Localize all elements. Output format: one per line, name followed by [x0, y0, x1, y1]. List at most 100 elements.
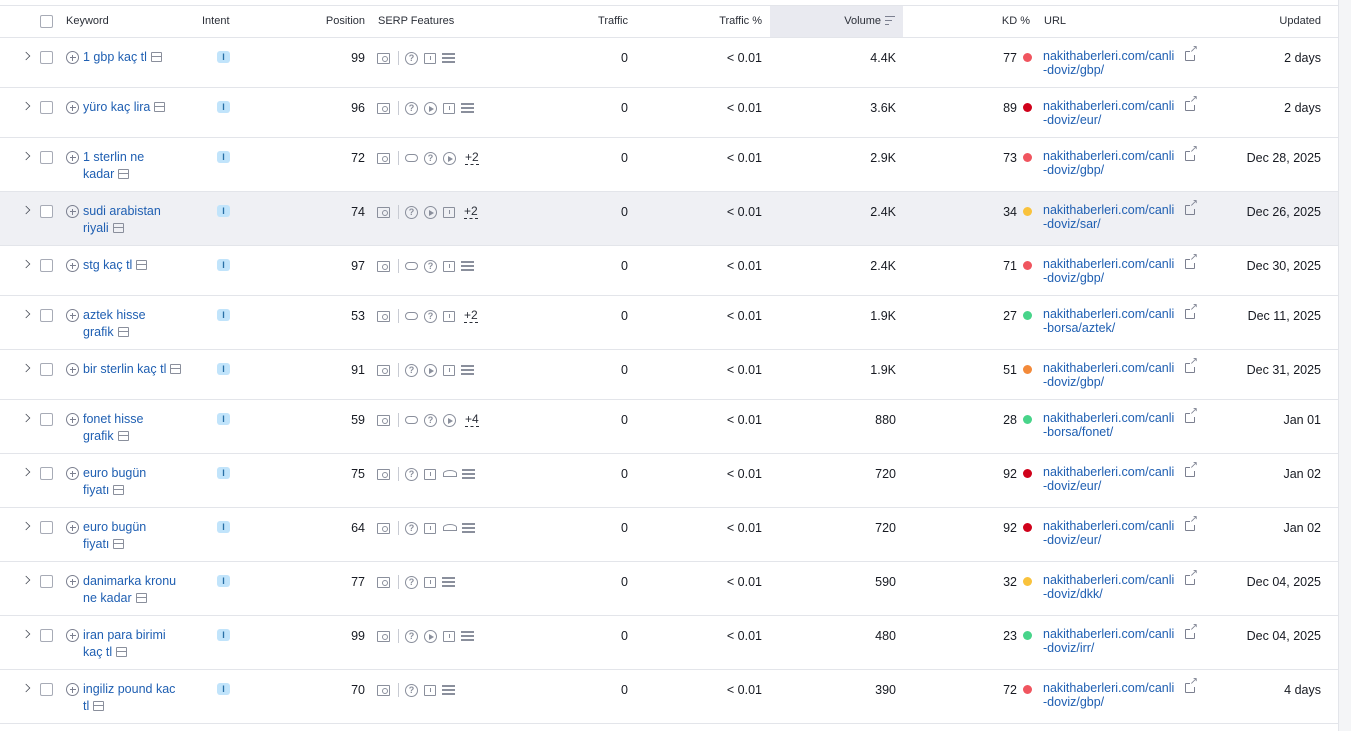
serp-snapshot-icon[interactable]: [135, 592, 147, 603]
external-link-icon[interactable]: [1185, 677, 1198, 693]
keyword-link[interactable]: yüro kaç lira: [83, 99, 166, 116]
row-checkbox[interactable]: [40, 259, 53, 272]
keyword-link[interactable]: iran para birimi kaç tl: [83, 627, 166, 660]
expand-chevron-icon[interactable]: [21, 575, 31, 585]
more-serp-features-link[interactable]: +2: [465, 151, 479, 165]
row-checkbox[interactable]: [40, 151, 53, 164]
column-header-serp-features[interactable]: SERP Features: [378, 6, 454, 37]
add-keyword-icon[interactable]: [66, 413, 79, 426]
add-keyword-icon[interactable]: [66, 575, 79, 588]
url-link[interactable]: nakithaberleri.com/canli -doviz/eur/: [1043, 99, 1179, 127]
external-link-icon[interactable]: [1185, 461, 1198, 477]
serp-snapshot-icon[interactable]: [170, 364, 182, 374]
keyword-link[interactable]: stg kaç tl: [83, 257, 148, 274]
serp-snapshot-icon[interactable]: [113, 538, 125, 549]
external-link-icon[interactable]: [1185, 199, 1198, 215]
add-keyword-icon[interactable]: [66, 101, 79, 114]
expand-chevron-icon[interactable]: [21, 467, 31, 477]
keyword-link[interactable]: euro bugün fiyatı: [83, 519, 146, 552]
add-keyword-icon[interactable]: [66, 51, 79, 64]
serp-snapshot-icon[interactable]: [136, 260, 148, 270]
expand-chevron-icon[interactable]: [21, 51, 31, 61]
add-keyword-icon[interactable]: [66, 363, 79, 376]
external-link-icon[interactable]: [1185, 623, 1198, 639]
serp-snapshot-icon[interactable]: [154, 102, 166, 112]
more-serp-features-link[interactable]: +4: [465, 413, 479, 427]
url-link[interactable]: nakithaberleri.com/canli -doviz/gbp/: [1043, 361, 1179, 389]
keyword-link[interactable]: bir sterlin kaç tl: [83, 361, 182, 378]
serp-snapshot-icon[interactable]: [93, 700, 105, 711]
expand-chevron-icon[interactable]: [21, 683, 31, 693]
keyword-link[interactable]: aztek hisse grafik: [83, 307, 146, 340]
keyword-link[interactable]: fonet hisse grafik: [83, 411, 143, 444]
serp-snapshot-icon[interactable]: [116, 646, 128, 657]
row-checkbox[interactable]: [40, 629, 53, 642]
row-checkbox[interactable]: [40, 101, 53, 114]
expand-chevron-icon[interactable]: [21, 629, 31, 639]
external-link-icon[interactable]: [1185, 357, 1198, 373]
expand-chevron-icon[interactable]: [21, 259, 31, 269]
external-link-icon[interactable]: [1185, 45, 1198, 61]
url-link[interactable]: nakithaberleri.com/canli -doviz/sar/: [1043, 203, 1179, 231]
add-keyword-icon[interactable]: [66, 151, 79, 164]
url-link[interactable]: nakithaberleri.com/canli -doviz/gbp/: [1043, 681, 1179, 709]
row-checkbox[interactable]: [40, 309, 53, 322]
external-link-icon[interactable]: [1185, 407, 1198, 423]
expand-chevron-icon[interactable]: [21, 309, 31, 319]
keyword-link[interactable]: danimarka kronu ne kadar: [83, 573, 176, 606]
add-keyword-icon[interactable]: [66, 467, 79, 480]
add-keyword-icon[interactable]: [66, 205, 79, 218]
column-header-kd[interactable]: KD %: [960, 6, 1030, 37]
expand-chevron-icon[interactable]: [21, 521, 31, 531]
row-checkbox[interactable]: [40, 467, 53, 480]
expand-chevron-icon[interactable]: [21, 205, 31, 215]
external-link-icon[interactable]: [1185, 95, 1198, 111]
row-checkbox[interactable]: [40, 575, 53, 588]
serp-snapshot-icon[interactable]: [113, 484, 125, 495]
serp-snapshot-icon[interactable]: [150, 52, 162, 62]
expand-chevron-icon[interactable]: [21, 413, 31, 423]
column-header-traffic[interactable]: Traffic: [560, 6, 628, 37]
url-link[interactable]: nakithaberleri.com/canli -doviz/eur/: [1043, 465, 1179, 493]
serp-snapshot-icon[interactable]: [118, 168, 130, 179]
column-header-keyword[interactable]: Keyword: [66, 6, 109, 37]
external-link-icon[interactable]: [1185, 569, 1198, 585]
vertical-scrollbar[interactable]: [1338, 0, 1351, 731]
url-link[interactable]: nakithaberleri.com/canli -borsa/fonet/: [1043, 411, 1179, 439]
external-link-icon[interactable]: [1185, 253, 1198, 269]
expand-chevron-icon[interactable]: [21, 363, 31, 373]
column-header-url[interactable]: URL: [1044, 6, 1066, 37]
external-link-icon[interactable]: [1185, 303, 1198, 319]
more-serp-features-link[interactable]: +2: [464, 205, 478, 219]
column-header-position[interactable]: Position: [310, 6, 365, 37]
column-header-updated[interactable]: Updated: [1240, 6, 1321, 37]
url-link[interactable]: nakithaberleri.com/canli -doviz/dkk/: [1043, 573, 1179, 601]
more-serp-features-link[interactable]: +2: [464, 309, 478, 323]
external-link-icon[interactable]: [1185, 145, 1198, 161]
column-header-intent[interactable]: Intent: [202, 6, 230, 37]
url-link[interactable]: nakithaberleri.com/canli -doviz/gbp/: [1043, 149, 1179, 177]
url-link[interactable]: nakithaberleri.com/canli -doviz/gbp/: [1043, 257, 1179, 285]
row-checkbox[interactable]: [40, 683, 53, 696]
select-all-checkbox[interactable]: [40, 15, 53, 28]
url-link[interactable]: nakithaberleri.com/canli -borsa/aztek/: [1043, 307, 1179, 335]
keyword-link[interactable]: 1 gbp kaç tl: [83, 49, 162, 66]
keyword-link[interactable]: 1 sterlin ne kadar: [83, 149, 144, 182]
row-checkbox[interactable]: [40, 413, 53, 426]
add-keyword-icon[interactable]: [66, 259, 79, 272]
serp-snapshot-icon[interactable]: [112, 222, 124, 233]
add-keyword-icon[interactable]: [66, 521, 79, 534]
row-checkbox[interactable]: [40, 521, 53, 534]
url-link[interactable]: nakithaberleri.com/canli -doviz/eur/: [1043, 519, 1179, 547]
url-link[interactable]: nakithaberleri.com/canli -doviz/irr/: [1043, 627, 1179, 655]
column-header-volume[interactable]: Volume: [770, 6, 903, 37]
expand-chevron-icon[interactable]: [21, 101, 31, 111]
add-keyword-icon[interactable]: [66, 309, 79, 322]
serp-snapshot-icon[interactable]: [117, 326, 129, 337]
keyword-link[interactable]: sudi arabistan riyali: [83, 203, 161, 236]
row-checkbox[interactable]: [40, 205, 53, 218]
external-link-icon[interactable]: [1185, 515, 1198, 531]
row-checkbox[interactable]: [40, 363, 53, 376]
serp-snapshot-icon[interactable]: [117, 430, 129, 441]
column-header-traffic-percent[interactable]: Traffic %: [690, 6, 762, 37]
